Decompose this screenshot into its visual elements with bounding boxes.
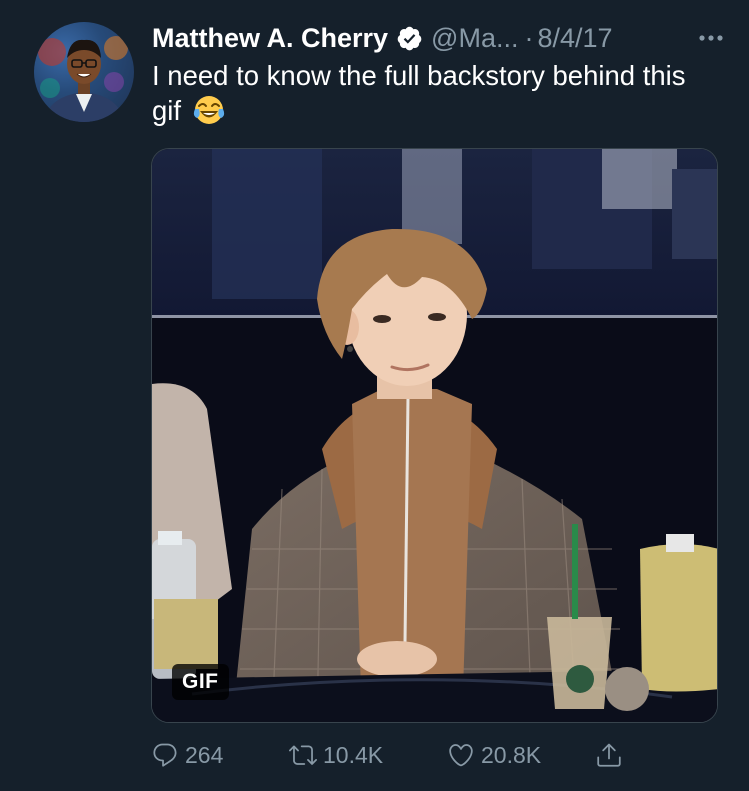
heart-icon xyxy=(449,744,473,767)
author-name[interactable]: Matthew A. Cherry xyxy=(152,23,388,54)
retweet-count: 10.4K xyxy=(323,741,384,768)
verified-badge-icon xyxy=(396,25,423,52)
tweet-text-content: I need to know the full backstory behind… xyxy=(152,60,686,126)
tweet-header: Matthew A. Cherry @Ma... · 8/4/17 xyxy=(152,20,729,56)
like-button[interactable]: 20.8K xyxy=(447,735,541,775)
reply-count: 264 xyxy=(185,741,224,768)
share-icon xyxy=(597,743,621,767)
more-options-icon[interactable] xyxy=(693,20,729,56)
retweet-icon xyxy=(289,745,317,765)
retweet-button[interactable]: 10.4K xyxy=(289,735,383,775)
tweet-actions: 264 10.4K 20.8K xyxy=(151,735,631,775)
tweet-text: I need to know the full backstory behind… xyxy=(152,58,722,128)
avatar[interactable] xyxy=(34,22,134,122)
reply-icon xyxy=(153,743,177,767)
tweet-media-gif[interactable]: GIF xyxy=(151,148,718,723)
share-button[interactable] xyxy=(595,735,629,775)
tweet-date[interactable]: 8/4/17 xyxy=(537,23,612,54)
like-count: 20.8K xyxy=(481,741,542,768)
gif-badge: GIF xyxy=(172,664,229,700)
tweet: Matthew A. Cherry @Ma... · 8/4/17 I need… xyxy=(0,0,749,791)
reply-button[interactable]: 264 xyxy=(151,735,223,775)
author-handle[interactable]: @Ma... xyxy=(431,23,518,54)
face-with-tears-of-joy-icon xyxy=(193,94,225,126)
separator-dot: · xyxy=(524,22,534,53)
